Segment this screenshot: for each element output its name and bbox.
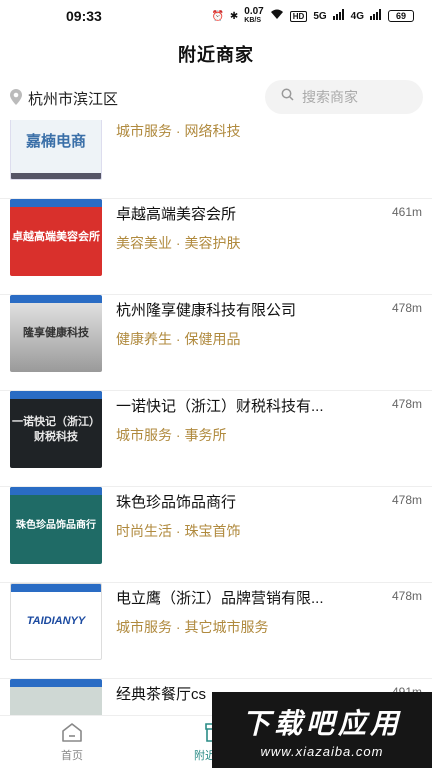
signal-bars-icon — [370, 9, 382, 23]
merchant-tags: 美容美业 · 美容护肤 — [116, 235, 241, 251]
location-selector[interactable]: 杭州市滨江区 — [10, 88, 118, 109]
hd-badge: HD — [289, 10, 308, 22]
merchant-tags: 时尚生活 · 珠宝首饰 — [116, 523, 241, 539]
merchant-name: 一诺快记（浙江）财税科技有... — [116, 398, 324, 415]
thumbnail-header — [10, 295, 102, 303]
merchant-tags: 城市服务 · 事务所 — [116, 427, 227, 443]
battery-indicator: 69 — [388, 10, 414, 22]
merchant-name: 杭州隆享健康科技有限公司 — [116, 302, 297, 319]
merchant-distance: 478m — [391, 493, 422, 507]
watermark-url: www.xiazaiba.com — [260, 743, 384, 759]
merchant-distance: 478m — [391, 589, 422, 603]
merchant-thumbnail — [10, 679, 102, 715]
alarm-icon: ⏰ — [211, 10, 224, 22]
thumbnail-header — [10, 199, 102, 207]
list-item[interactable]: 一诺快记（浙江）财税科技 一诺快记（浙江）财税科技有... 478m 城市服务 … — [0, 391, 432, 487]
location-search-bar: 杭州市滨江区 — [0, 80, 432, 120]
thumbnail-header — [10, 391, 102, 399]
page-title: 附近商家 — [178, 45, 254, 65]
net-speed-value: 0.07 — [244, 6, 264, 17]
header: 附近商家 — [0, 34, 432, 74]
list-item[interactable]: 隆享健康科技 杭州隆享健康科技有限公司 478m 健康养生 · 保健用品 — [0, 295, 432, 391]
thumbnail-text: TAIDIANYY — [26, 615, 86, 627]
watermark: 下载吧应用 www.xiazaiba.com — [212, 692, 432, 768]
list-item[interactable]: 珠色珍品饰品商行 珠色珍品饰品商行 478m 时尚生活 · 珠宝首饰 — [0, 487, 432, 583]
net-speed: 0.07 KB/S — [244, 7, 263, 25]
merchant-name: 珠色珍品饰品商行 — [116, 494, 237, 511]
watermark-text: 下载吧应用 — [241, 707, 402, 739]
status-bar: 09:33 ⏰ ✱ 0.07 KB/S HD 5G 4G 69 — [0, 0, 432, 32]
status-time: 09:33 — [66, 8, 102, 24]
merchant-thumbnail: 卓越高端美容会所 — [10, 199, 102, 276]
net-speed-unit: KB/S — [244, 17, 262, 24]
tab-home[interactable]: 首页 — [0, 716, 144, 769]
thumbnail-header — [10, 679, 102, 687]
merchant-distance: 478m — [391, 397, 422, 411]
merchant-name: 卓越高端美容会所 — [116, 206, 237, 223]
bluetooth-icon: ✱ — [229, 10, 239, 22]
search-icon — [281, 88, 294, 106]
merchant-thumbnail: 隆享健康科技 — [10, 295, 102, 372]
merchant-distance: 461m — [391, 205, 422, 219]
list-item[interactable]: 卓越高端美容会所 卓越高端美容会所 461m 美容美业 · 美容护肤 — [0, 199, 432, 295]
merchant-tags: 城市服务 · 其它城市服务 — [116, 619, 269, 635]
home-icon — [61, 722, 83, 745]
merchant-name: 电立鹰（浙江）品牌营销有限... — [116, 590, 324, 607]
status-icons: ⏰ ✱ 0.07 KB/S HD 5G 4G 69 — [211, 7, 414, 25]
thumbnail-footer — [11, 173, 101, 179]
search-input[interactable] — [300, 88, 414, 106]
list-item[interactable]: TAIDIANYY 电立鹰（浙江）品牌营销有限... 478m 城市服务 · 其… — [0, 583, 432, 679]
thumbnail-text: 一诺快记（浙江）财税科技 — [12, 415, 100, 443]
signal-5g: 5G — [313, 10, 327, 22]
thumbnail-text: 嘉楠电商 — [25, 133, 86, 150]
search-box[interactable] — [265, 80, 423, 114]
thumbnail-text: 卓越高端美容会所 — [12, 231, 100, 243]
thumbnail-header — [11, 584, 101, 592]
location-pin-icon — [10, 88, 22, 109]
merchant-tags: 健康养生 · 保健用品 — [116, 331, 241, 347]
thumbnail-text: 隆享健康科技 — [23, 327, 89, 339]
merchant-tags: 城市服务 · 网络科技 — [116, 123, 241, 139]
merchant-thumbnail: 一诺快记（浙江）财税科技 — [10, 391, 102, 468]
tab-home-label: 首页 — [61, 750, 83, 762]
signal-4g: 4G — [350, 10, 364, 22]
wifi-icon — [270, 9, 284, 23]
thumbnail-header — [10, 487, 102, 495]
merchant-list: 嘉楠电商 城市服务 · 网络科技 卓越高端美容会所 卓越高端美容会所 461m … — [0, 120, 432, 715]
thumbnail-text: 珠色珍品饰品商行 — [16, 520, 96, 531]
list-item[interactable]: 嘉楠电商 城市服务 · 网络科技 — [0, 120, 432, 199]
signal-bars-icon — [332, 9, 345, 23]
location-label: 杭州市滨江区 — [28, 91, 119, 108]
merchant-distance: 478m — [391, 301, 422, 315]
merchant-thumbnail: 嘉楠电商 — [10, 120, 102, 180]
merchant-thumbnail: TAIDIANYY — [10, 583, 102, 660]
merchant-thumbnail: 珠色珍品饰品商行 — [10, 487, 102, 564]
